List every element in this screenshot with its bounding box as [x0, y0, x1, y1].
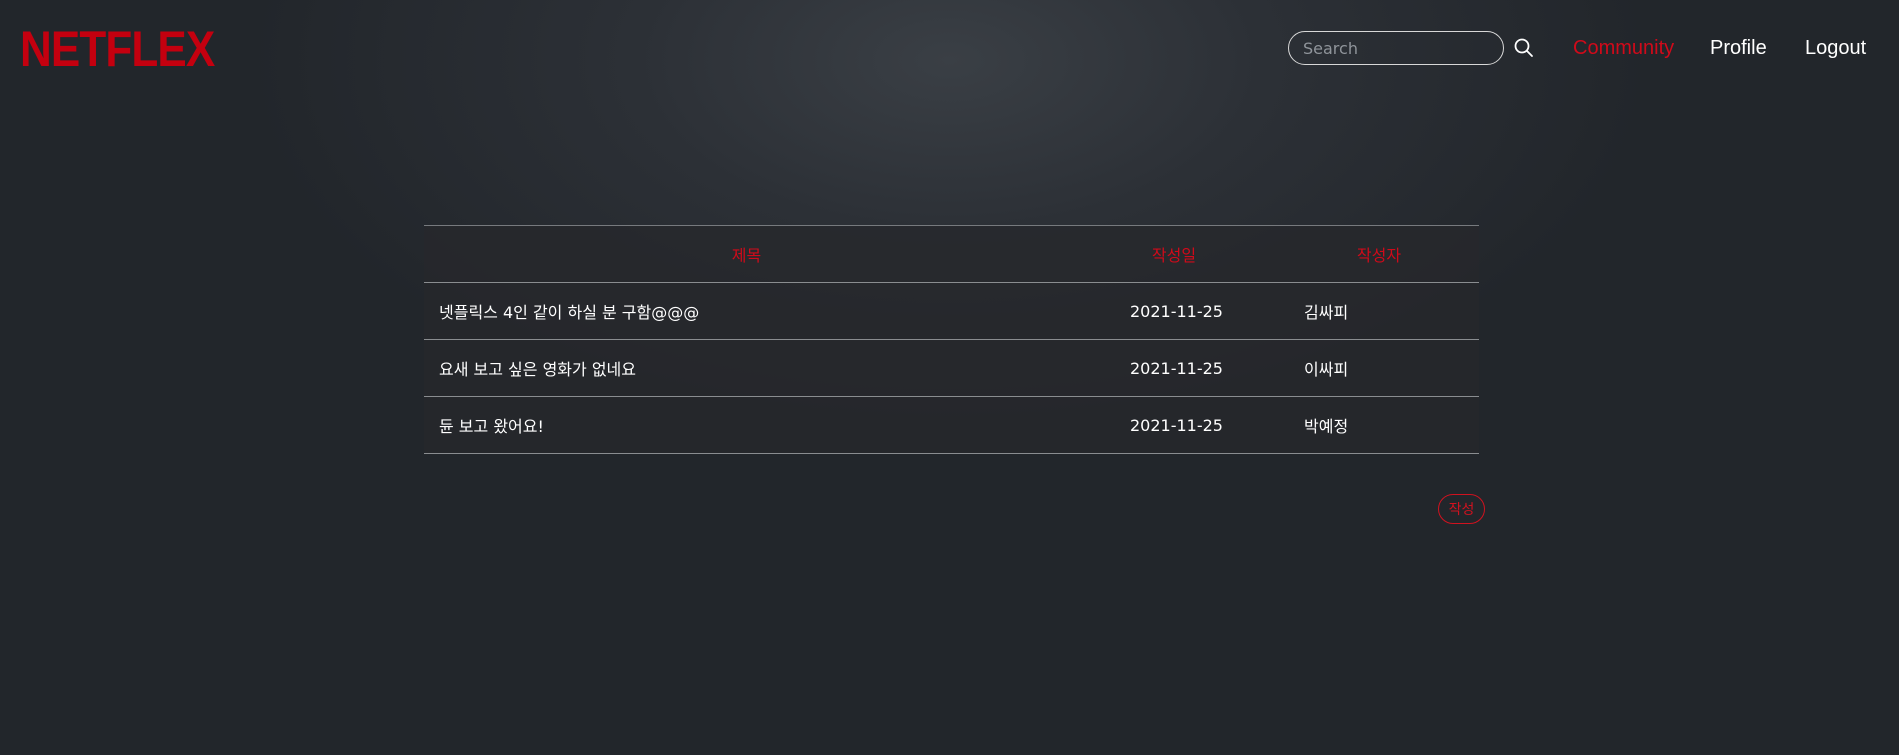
table-row[interactable]: 듄 보고 왔어요! 2021-11-25 박예정	[424, 396, 1479, 454]
nav-profile-link[interactable]: Profile	[1710, 36, 1767, 60]
search-icon[interactable]	[1512, 36, 1536, 60]
column-header-date: 작성일	[1069, 225, 1279, 283]
community-board-table: 제목 작성일 작성자 넷플릭스 4인 같이 하실 분 구함@@@ 2021-11…	[424, 225, 1479, 454]
nav-community-link[interactable]: Community	[1573, 36, 1674, 60]
column-header-title: 제목	[424, 225, 1069, 283]
table-row[interactable]: 넷플릭스 4인 같이 하실 분 구함@@@ 2021-11-25 김싸피	[424, 282, 1479, 340]
post-title[interactable]: 요새 보고 싶은 영화가 없네요	[424, 339, 1069, 397]
post-title[interactable]: 듄 보고 왔어요!	[424, 396, 1069, 454]
column-header-author: 작성자	[1279, 225, 1479, 283]
post-date: 2021-11-25	[1069, 282, 1279, 340]
netflex-logo[interactable]: NETFLEX	[20, 24, 215, 74]
post-date: 2021-11-25	[1069, 396, 1279, 454]
table-header-row: 제목 작성일 작성자	[424, 225, 1479, 283]
write-post-button[interactable]: 작성	[1438, 494, 1485, 524]
post-title[interactable]: 넷플릭스 4인 같이 하실 분 구함@@@	[424, 282, 1069, 340]
post-author: 이싸피	[1279, 339, 1479, 397]
search-input[interactable]	[1288, 31, 1504, 65]
nav-logout-link[interactable]: Logout	[1805, 36, 1866, 60]
table-row[interactable]: 요새 보고 싶은 영화가 없네요 2021-11-25 이싸피	[424, 339, 1479, 397]
post-date: 2021-11-25	[1069, 339, 1279, 397]
post-author: 박예정	[1279, 396, 1479, 454]
post-author: 김싸피	[1279, 282, 1479, 340]
